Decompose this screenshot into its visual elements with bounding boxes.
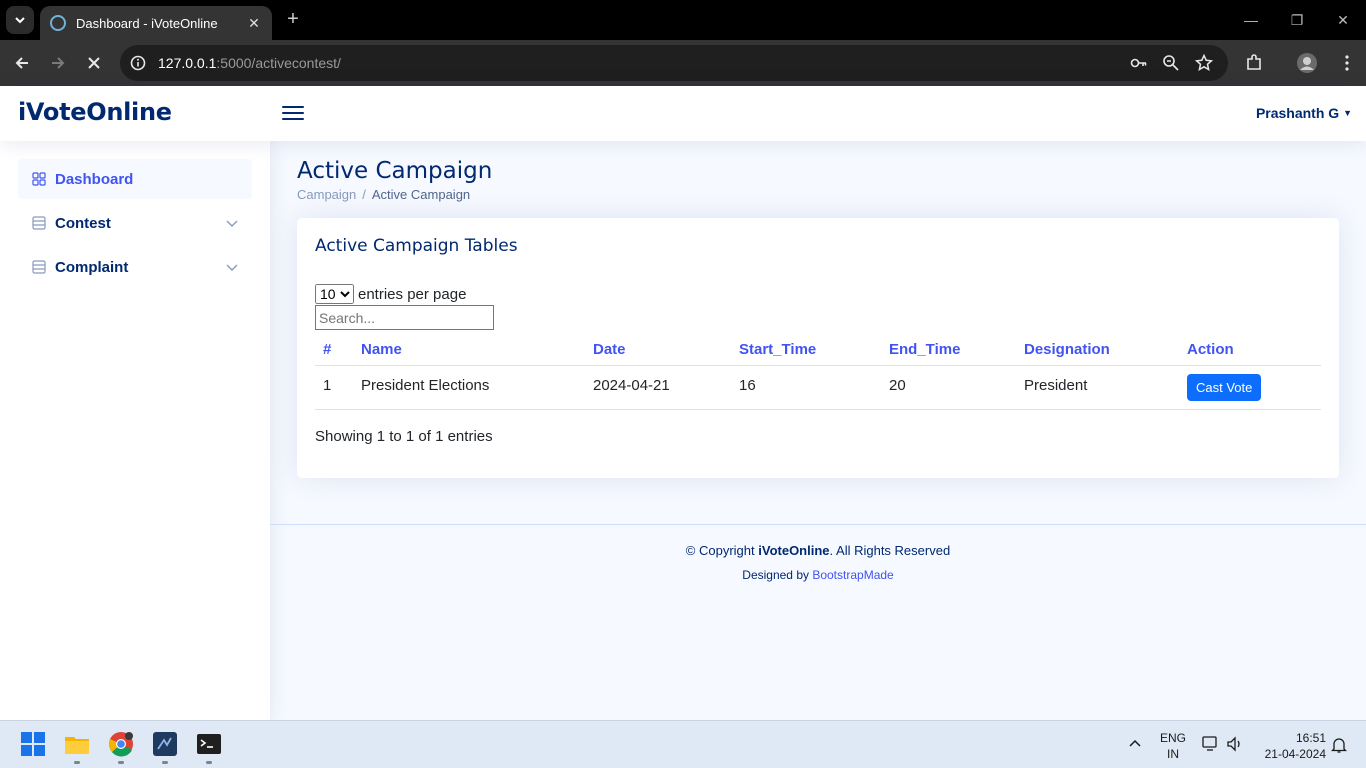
column-header[interactable]: Start_Time — [739, 341, 816, 358]
footer-copyright: © Copyright iVoteOnline. All Rights Rese… — [685, 543, 951, 558]
sidebar-item-label: Dashboard — [55, 170, 134, 188]
cell-date: 2024-04-21 — [593, 377, 670, 394]
volume-icon[interactable] — [1226, 736, 1244, 755]
cell-start-time: 16 — [739, 377, 756, 394]
terminal-icon[interactable] — [196, 731, 222, 757]
restore-icon[interactable]: ❐ — [1287, 10, 1307, 30]
bookmark-star-icon[interactable] — [1195, 54, 1213, 72]
sidebar: Dashboard Contest Complaint — [0, 141, 270, 721]
address-bar[interactable]: 127.0.0.1:5000/activecontest/ — [120, 45, 1228, 81]
card-title: Active Campaign Tables — [315, 236, 518, 256]
grid-icon — [32, 172, 46, 186]
breadcrumb-current: Active Campaign — [371, 187, 471, 202]
profile-avatar-icon[interactable] — [1295, 51, 1319, 75]
language-indicator[interactable]: ENG IN — [1160, 730, 1186, 762]
column-header[interactable]: Date — [593, 341, 626, 358]
column-header[interactable]: Designation — [1024, 341, 1110, 358]
user-name: Prashanth G — [1255, 105, 1340, 121]
minimize-icon[interactable]: — — [1241, 10, 1261, 30]
caret-down-icon: ▼ — [1343, 108, 1352, 118]
entries-per-page-select[interactable]: 10 — [315, 284, 354, 304]
close-icon — [88, 57, 100, 69]
browser-toolbar: 127.0.0.1:5000/activecontest/ — [0, 40, 1366, 86]
new-tab-button[interactable]: + — [282, 8, 304, 30]
table-info: Showing 1 to 1 of 1 entries — [315, 428, 493, 445]
breadcrumb-link[interactable]: Campaign — [297, 187, 356, 202]
stop-loading-button[interactable] — [82, 51, 106, 75]
browser-tab-active[interactable]: Dashboard - iVoteOnline ✕ — [40, 6, 272, 40]
user-dropdown[interactable]: Prashanth G ▼ — [1256, 105, 1352, 121]
zoom-icon[interactable] — [1162, 54, 1180, 72]
clock[interactable]: 16:51 21-04-2024 — [1258, 730, 1326, 762]
cell-name: President Elections — [361, 377, 490, 394]
chrome-icon[interactable] — [108, 731, 134, 757]
sidebar-item-complaint[interactable]: Complaint — [18, 247, 252, 287]
designer-link[interactable]: BootstrapMade — [812, 568, 893, 582]
vscode-icon[interactable] — [152, 731, 178, 757]
campaign-table: # Name Date Start_Time End_Time Designat… — [315, 336, 1321, 410]
key-icon[interactable] — [1130, 54, 1148, 72]
campaign-card: Active Campaign Tables 10 entries per pa… — [297, 218, 1339, 478]
sidebar-item-label: Complaint — [55, 258, 129, 276]
tab-close-icon[interactable]: ✕ — [246, 15, 262, 32]
browser-tab-bar: Dashboard - iVoteOnline ✕ + — ❐ ✕ — [0, 0, 1366, 40]
app-logo[interactable]: iVoteOnline — [18, 98, 172, 126]
cell-end-time: 20 — [889, 377, 906, 394]
forward-button[interactable] — [46, 51, 70, 75]
tab-title: Dashboard - iVoteOnline — [76, 15, 218, 31]
sidebar-item-label: Contest — [55, 214, 111, 232]
extensions-icon[interactable] — [1242, 51, 1266, 75]
tab-search-button[interactable] — [6, 6, 34, 34]
window-close-icon[interactable]: ✕ — [1333, 10, 1353, 30]
menu-icon — [32, 216, 46, 230]
sidebar-item-dashboard[interactable]: Dashboard — [18, 159, 252, 199]
app-header: iVoteOnline Prashanth G ▼ — [0, 86, 1366, 141]
chevron-down-icon — [226, 220, 238, 227]
windows-start-icon[interactable] — [20, 731, 46, 757]
page-title: Active Campaign — [297, 158, 493, 184]
browser-menu-icon[interactable] — [1335, 51, 1359, 75]
entries-per-page-label: entries per page — [358, 285, 467, 303]
chevron-up-icon[interactable] — [1128, 737, 1142, 751]
menu-icon — [32, 260, 46, 274]
breadcrumb: Campaign / Active Campaign — [297, 187, 471, 202]
table-header-row: # Name Date Start_Time End_Time Designat… — [315, 336, 1321, 366]
network-icon[interactable] — [1202, 736, 1220, 755]
cell-designation: President — [1024, 377, 1088, 394]
site-info-icon[interactable] — [129, 54, 147, 72]
arrow-right-icon — [52, 57, 65, 69]
sidebar-toggle-icon[interactable] — [282, 102, 304, 126]
column-header[interactable]: Action — [1187, 341, 1234, 358]
file-explorer-icon[interactable] — [64, 731, 90, 757]
chevron-down-icon — [15, 17, 25, 24]
column-header[interactable]: End_Time — [889, 341, 960, 358]
footer-divider — [270, 524, 1366, 525]
table-row: 1 President Elections 2024-04-21 16 20 P… — [315, 366, 1321, 410]
url-text: 127.0.0.1:5000/activecontest/ — [158, 55, 341, 71]
footer-brand: iVoteOnline — [758, 543, 830, 558]
column-header[interactable]: Name — [361, 341, 402, 358]
footer-credits: Designed by BootstrapMade — [742, 568, 894, 582]
back-button[interactable] — [10, 51, 34, 75]
taskbar: ENG IN 16:51 21-04-2024 — [0, 720, 1366, 768]
column-header[interactable]: # — [323, 341, 331, 358]
notification-bell-icon[interactable] — [1330, 736, 1348, 757]
cell-number: 1 — [323, 377, 332, 394]
tab-favicon-icon — [50, 15, 66, 31]
sidebar-item-contest[interactable]: Contest — [18, 203, 252, 243]
entries-per-page: 10 entries per page — [315, 284, 466, 304]
search-input[interactable] — [315, 305, 494, 330]
arrow-left-icon — [15, 57, 28, 69]
cast-vote-button[interactable]: Cast Vote — [1187, 374, 1262, 401]
chevron-down-icon — [226, 264, 238, 271]
